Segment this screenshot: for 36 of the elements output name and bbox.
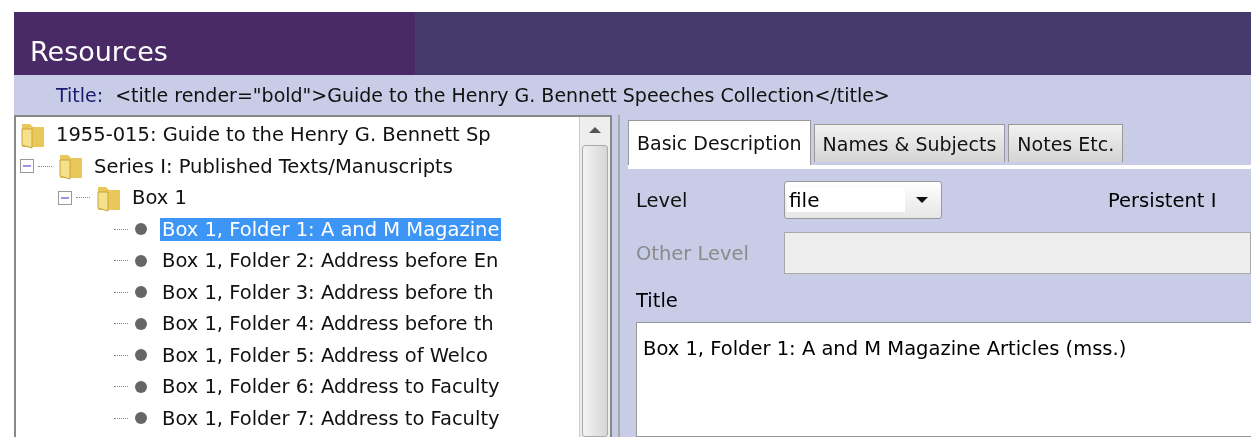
bullet-icon [134,285,148,300]
caret-icon [915,196,929,204]
tree-item[interactable]: Box 1, Folder 7: Address to Faculty [160,406,502,430]
tree-item[interactable]: Series I: Published Texts/Manuscripts [92,154,455,178]
tree-item[interactable]: Box 1, Folder 2: Address before En [160,249,501,273]
bullet-icon [134,222,148,237]
title-value: <title render="bold">Guide to the Henry G. Bennett Speeches Collection</title> [115,84,890,106]
tree-item[interactable]: 1955-015: Guide to the Henry G. Bennett Sp [54,123,493,147]
bullet-icon [134,316,148,331]
collapse-icon[interactable] [20,159,34,174]
tree-item[interactable]: Box 1, Folder 5: Address of Welco [160,343,490,367]
field-label: Persistent I [1108,188,1217,212]
folder-icon [58,152,84,181]
collapse-icon[interactable] [58,190,72,205]
input-field[interactable] [784,232,1251,274]
tree-item[interactable]: Box 1, Folder 6: Address to Faculty [160,375,502,399]
field-label: Title [636,289,679,312]
tree-item[interactable]: Box 1 [130,186,189,210]
level-dropdown[interactable]: file [784,181,942,219]
bullet-icon [134,253,148,268]
scrollbar-thumb[interactable] [582,145,608,437]
bullet-icon [134,411,148,426]
field-label: Level [636,188,689,212]
field-label: Other Level [636,241,751,265]
page-title: Resources [30,36,168,67]
tab[interactable]: Names & Subjects [813,124,1006,162]
bullet-icon [134,379,148,394]
tab[interactable]: Basic Description [628,120,811,165]
tab[interactable]: Notes Etc. [1008,124,1124,162]
title-label: Title: [56,84,104,106]
tree-item[interactable]: Box 1, Folder 3: Address before th [160,280,496,304]
bullet-icon [134,348,148,363]
title-text-area[interactable]: Box 1, Folder 1: A and M Magazine Articles (mss.) [636,322,1251,437]
tree-item[interactable]: Box 1, Folder 4: Address before th [160,312,496,336]
scroll-up-icon[interactable] [588,126,602,134]
scrollbar[interactable] [579,117,610,437]
